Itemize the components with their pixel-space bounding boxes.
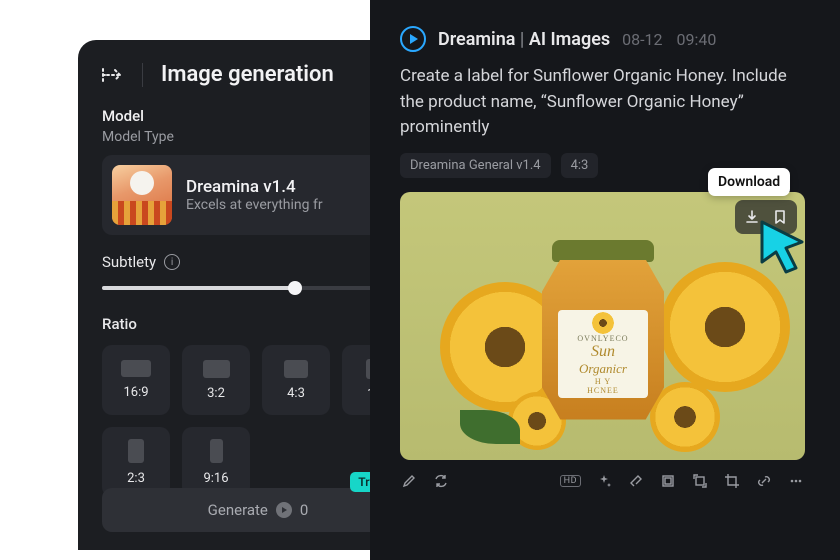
layers-icon[interactable] <box>659 472 677 490</box>
panel-title: Image generation <box>161 62 334 87</box>
subtlety-label: Subtlety <box>102 253 156 271</box>
generate-count: 0 <box>300 501 308 519</box>
image-bottom-toolbar: HD <box>400 472 805 490</box>
edit-icon[interactable] <box>400 472 418 490</box>
subtlety-slider[interactable] <box>102 281 414 295</box>
info-icon[interactable]: i <box>164 254 180 270</box>
timestamp: 08-1209:40 <box>622 30 716 49</box>
ratio-2-3[interactable]: 2:3 <box>102 427 170 497</box>
ratio-label: 3:2 <box>207 386 225 401</box>
ratio-section-label: Ratio <box>102 315 414 333</box>
hd-badge[interactable]: HD <box>560 475 581 487</box>
ratio-label: 16:9 <box>123 385 148 400</box>
ratio-16-9[interactable]: 16:9 <box>102 345 170 415</box>
ratio-label: 2:3 <box>127 471 145 486</box>
brand-title: Dreamina | AI Images <box>438 29 610 50</box>
divider <box>142 63 143 87</box>
model-section-label: Model <box>102 107 414 125</box>
ratio-label: 4:3 <box>287 386 305 401</box>
ratio-4-3[interactable]: 4:3 <box>262 345 330 415</box>
sparkle-icon[interactable] <box>595 472 613 490</box>
model-type-label: Model Type <box>102 129 414 145</box>
brand-logo-icon <box>400 26 426 52</box>
result-panel: Dreamina | AI Images 08-1209:40 Create a… <box>370 0 840 560</box>
ratio-label: 9:16 <box>203 471 228 486</box>
chip-model[interactable]: Dreamina General v1.4 <box>400 153 551 178</box>
regenerate-icon[interactable] <box>432 472 450 490</box>
crop-icon[interactable] <box>723 472 741 490</box>
model-info: Dreamina v1.4 Excels at everything fr <box>186 177 323 213</box>
model-name: Dreamina v1.4 <box>186 177 323 197</box>
product-label: OVNLYECO Sun Organicr H Y HCNEE <box>558 310 648 398</box>
chip-ratio[interactable]: 4:3 <box>561 153 599 178</box>
ratio-9-16[interactable]: 9:16 <box>182 427 250 497</box>
collapse-icon[interactable] <box>102 65 124 85</box>
download-tooltip: Download <box>708 168 790 196</box>
eraser-icon[interactable] <box>627 472 645 490</box>
generate-label: Generate <box>208 501 268 519</box>
prompt-text: Create a label for Sunflower Organic Hon… <box>400 64 810 141</box>
model-description: Excels at everything fr <box>186 197 323 213</box>
ratio-3-2[interactable]: 3:2 <box>182 345 250 415</box>
play-icon <box>276 502 292 518</box>
model-selector[interactable]: Dreamina v1.4 Excels at everything fr <box>102 155 414 235</box>
jar-illustration: OVNLYECO Sun Organicr H Y HCNEE <box>542 240 664 422</box>
generate-button[interactable]: Generate 0 Try free <box>102 488 414 532</box>
result-header: Dreamina | AI Images 08-1209:40 <box>400 26 810 52</box>
expand-icon[interactable] <box>691 472 709 490</box>
cursor-icon <box>756 218 814 280</box>
generated-image[interactable]: OVNLYECO Sun Organicr H Y HCNEE <box>400 192 805 460</box>
panel-header: Image generation <box>102 62 414 87</box>
more-icon[interactable] <box>787 472 805 490</box>
link-icon[interactable] <box>755 472 773 490</box>
subtlety-row: Subtlety i <box>102 253 414 271</box>
model-thumbnail <box>112 165 172 225</box>
